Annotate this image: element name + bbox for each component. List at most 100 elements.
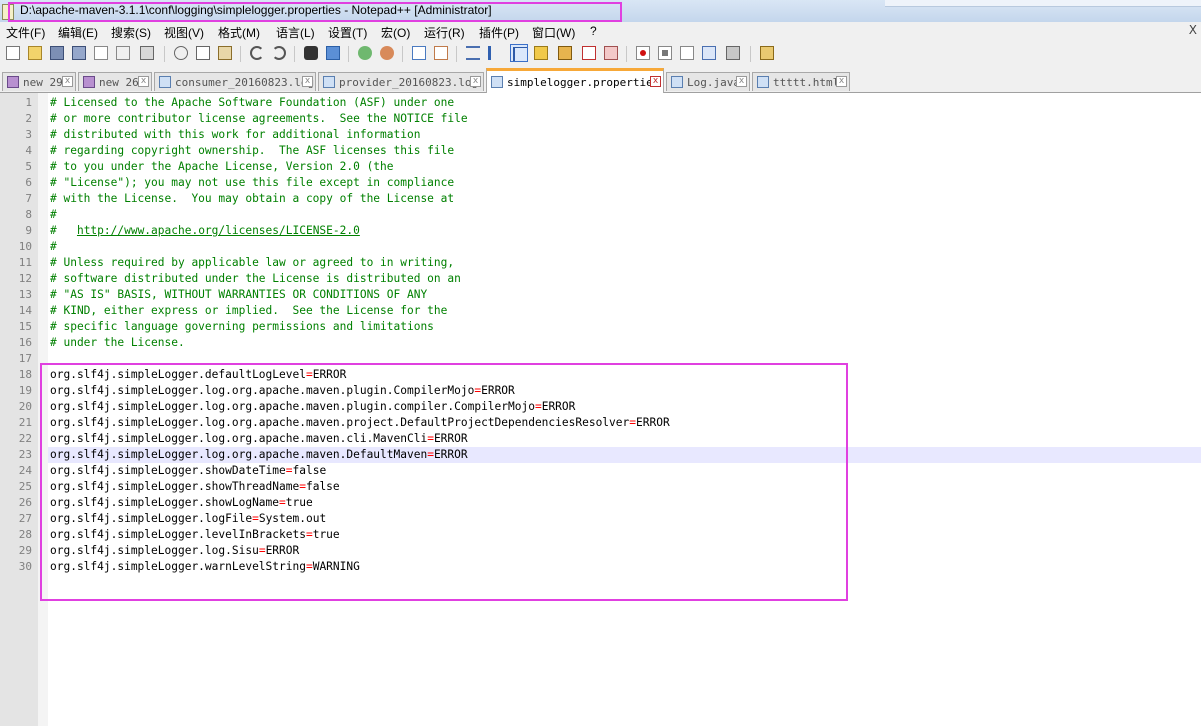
- show-all-chars-icon[interactable]: [486, 44, 504, 62]
- find-icon[interactable]: [302, 44, 320, 62]
- menu-macro[interactable]: 宏(O): [381, 24, 410, 41]
- editor-area[interactable]: 1 2 3 4 5 6 7 8 9 10 11 12 13 14 15 16 1…: [0, 93, 1201, 726]
- tab-close-icon[interactable]: x: [302, 76, 313, 87]
- line-number: 10: [18, 240, 32, 253]
- tab-log-java[interactable]: Log.java x: [666, 72, 750, 91]
- menu-search[interactable]: 搜索(S): [111, 24, 151, 41]
- line-number: 23: [18, 448, 32, 461]
- menu-file[interactable]: 文件(F): [6, 24, 45, 41]
- file-icon: [757, 76, 769, 88]
- stop-macro-icon[interactable]: [656, 44, 674, 62]
- file-icon: [323, 76, 335, 88]
- comment-line: # Licensed to the Apache Software Founda…: [50, 96, 455, 109]
- menu-run[interactable]: 运行(R): [424, 24, 465, 41]
- line-number: 7: [25, 192, 32, 205]
- line-number: 29: [18, 544, 32, 557]
- folder-workspace-icon[interactable]: [580, 44, 598, 62]
- properties-annotation-box: [40, 363, 848, 601]
- tab-close-icon[interactable]: x: [62, 76, 73, 87]
- tab-ttttt-html[interactable]: ttttt.html x: [752, 72, 850, 91]
- license-url-link[interactable]: http://www.apache.org/licenses/LICENSE-2…: [77, 224, 360, 237]
- toolbar-separator: [294, 46, 295, 62]
- sync-v-icon[interactable]: [410, 44, 428, 62]
- file-icon: [83, 76, 95, 88]
- replace-icon[interactable]: [324, 44, 342, 62]
- menu-help[interactable]: ?: [590, 24, 597, 38]
- line-number: 18: [18, 368, 32, 381]
- line-number: 2: [25, 112, 32, 125]
- menu-format[interactable]: 格式(M): [218, 24, 260, 41]
- menu-view[interactable]: 视图(V): [164, 24, 204, 41]
- toolbar-separator: [402, 46, 403, 62]
- title-annotation-box: [8, 2, 622, 22]
- line-number: 25: [18, 480, 32, 493]
- cut-icon[interactable]: [172, 44, 190, 62]
- new-file-icon[interactable]: [4, 44, 22, 62]
- undo-icon[interactable]: [248, 44, 266, 62]
- menu-language[interactable]: 语言(L): [276, 24, 315, 41]
- spell-check-icon[interactable]: [758, 44, 776, 62]
- indent-guide-icon[interactable]: [510, 44, 528, 62]
- toolbar-separator: [626, 46, 627, 62]
- menu-bar: 文件(F) 编辑(E) 搜索(S) 视图(V) 格式(M) 语言(L) 设置(T…: [0, 22, 1201, 40]
- tab-label: new 26: [99, 76, 139, 89]
- title-bar-right-area: [885, 0, 1201, 7]
- comment-line: # or more contributor license agreements…: [50, 112, 468, 125]
- tab-simplelogger-properties[interactable]: simplelogger.properties x: [486, 68, 664, 93]
- doc-map-icon[interactable]: [532, 44, 550, 62]
- line-number: 3: [25, 128, 32, 141]
- tab-close-icon[interactable]: x: [736, 76, 747, 87]
- open-file-icon[interactable]: [26, 44, 44, 62]
- file-icon: [671, 76, 683, 88]
- line-number: 28: [18, 528, 32, 541]
- print-icon[interactable]: [138, 44, 156, 62]
- line-number: 30: [18, 560, 32, 573]
- tab-label: Log.java: [687, 76, 740, 89]
- menu-edit[interactable]: 编辑(E): [58, 24, 98, 41]
- line-number: 17: [18, 352, 32, 365]
- close-all-icon[interactable]: [114, 44, 132, 62]
- menu-plugins[interactable]: 插件(P): [479, 24, 519, 41]
- save-icon[interactable]: [48, 44, 66, 62]
- tab-close-icon[interactable]: x: [650, 76, 661, 87]
- line-number: 14: [18, 304, 32, 317]
- run-macro-multiple-icon[interactable]: [700, 44, 718, 62]
- close-icon[interactable]: [92, 44, 110, 62]
- tab-consumer-log[interactable]: consumer_20160823.log x: [154, 72, 316, 91]
- sync-h-icon[interactable]: [432, 44, 450, 62]
- menu-window[interactable]: 窗口(W): [532, 24, 575, 41]
- toolbar-separator: [456, 46, 457, 62]
- toolbar-separator: [750, 46, 751, 62]
- comment-line: #: [50, 208, 57, 221]
- tab-close-icon[interactable]: x: [836, 76, 847, 87]
- toolbar-separator: [348, 46, 349, 62]
- tab-new-26[interactable]: new 26 x: [78, 72, 152, 91]
- play-macro-icon[interactable]: [678, 44, 696, 62]
- tab-new-29[interactable]: new 29 x: [2, 72, 76, 91]
- comment-line: # under the License.: [50, 336, 185, 349]
- save-macro-icon[interactable]: [724, 44, 742, 62]
- line-number: 27: [18, 512, 32, 525]
- redo-icon[interactable]: [270, 44, 288, 62]
- close-document-icon[interactable]: X: [1189, 23, 1197, 37]
- tab-bar: new 29 x new 26 x consumer_20160823.log …: [0, 68, 1201, 93]
- paste-icon[interactable]: [216, 44, 234, 62]
- line-number: 22: [18, 432, 32, 445]
- zoom-in-icon[interactable]: [356, 44, 374, 62]
- copy-icon[interactable]: [194, 44, 212, 62]
- menu-settings[interactable]: 设置(T): [328, 24, 367, 41]
- line-number: 21: [18, 416, 32, 429]
- record-macro-icon[interactable]: [634, 44, 652, 62]
- tab-provider-log[interactable]: provider_20160823.log x: [318, 72, 484, 91]
- file-icon: [159, 76, 171, 88]
- zoom-out-icon[interactable]: [378, 44, 396, 62]
- comment-line-url: # http://www.apache.org/licenses/LICENSE…: [50, 223, 360, 239]
- tab-close-icon[interactable]: x: [138, 76, 149, 87]
- monitor-icon[interactable]: [602, 44, 620, 62]
- line-number: 20: [18, 400, 32, 413]
- function-list-icon[interactable]: [556, 44, 574, 62]
- tab-label: simplelogger.properties: [507, 76, 660, 89]
- tab-close-icon[interactable]: x: [470, 76, 481, 87]
- save-all-icon[interactable]: [70, 44, 88, 62]
- wrap-icon[interactable]: [464, 44, 482, 62]
